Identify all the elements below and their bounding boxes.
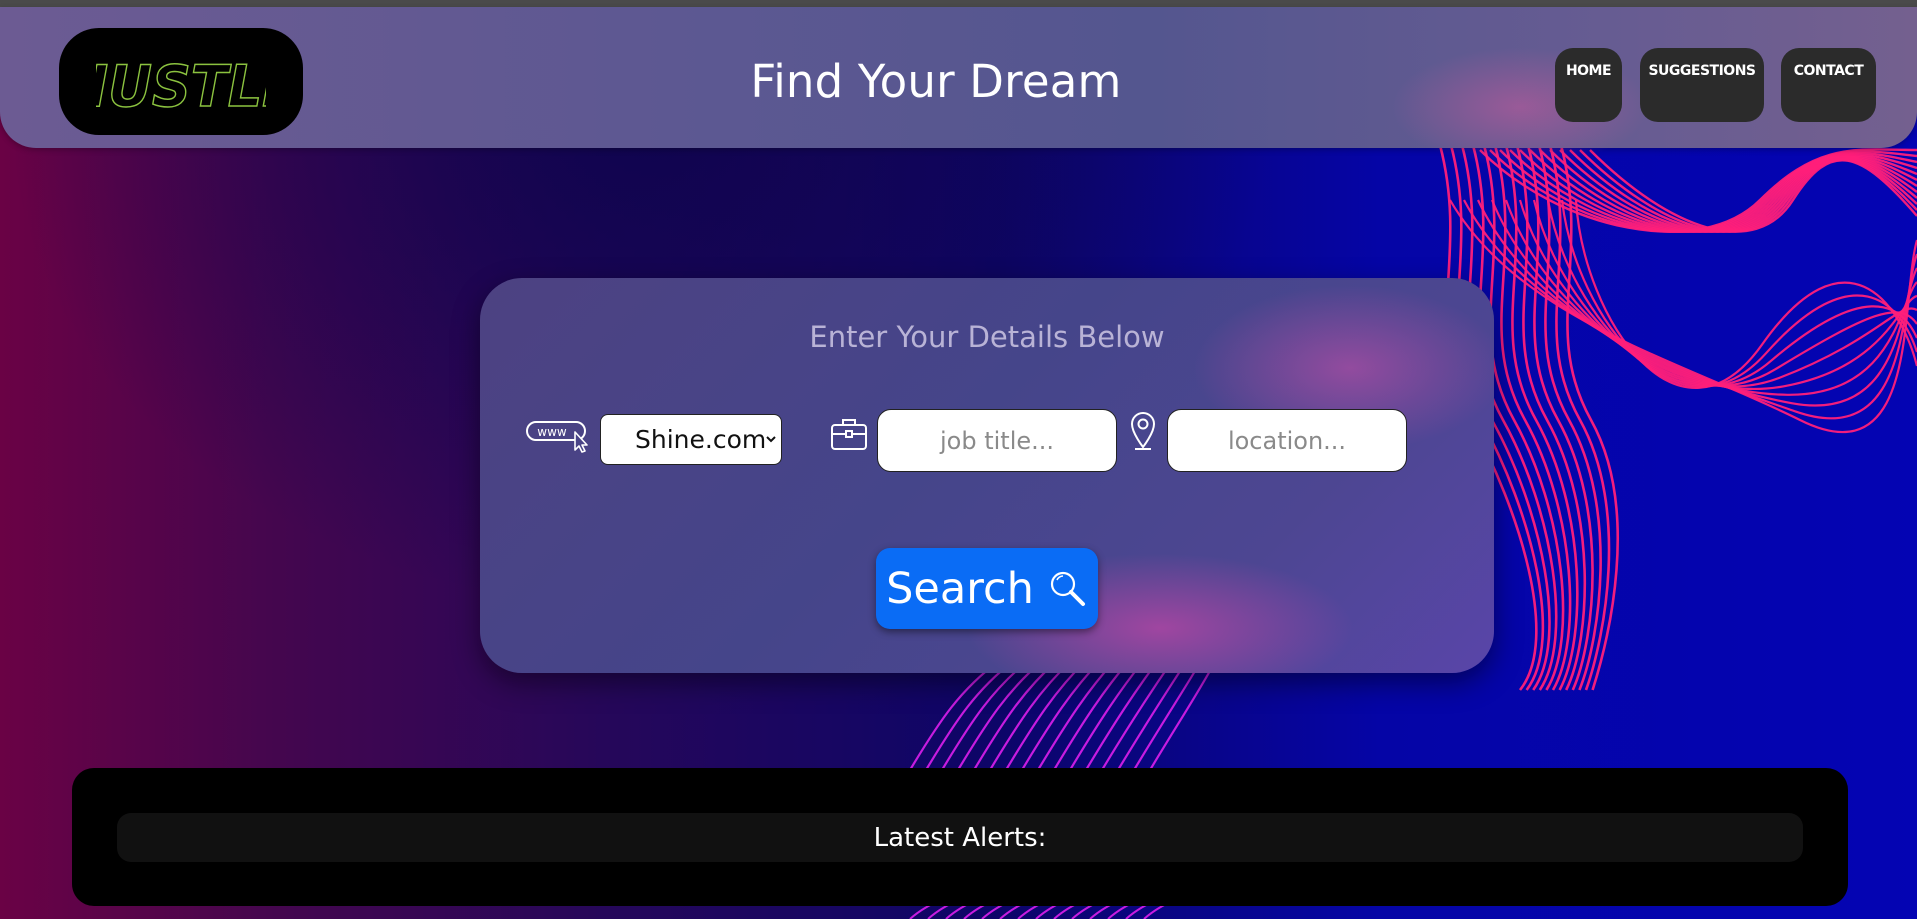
briefcase-icon [831,419,867,450]
job-title-placeholder: job title... [939,426,1055,455]
chevron-down-icon [766,436,776,443]
header-bar: HUSTLE Find Your Dream HOME SUGGESTIONS … [0,7,1917,167]
location-placeholder: location... [1227,426,1347,455]
map-pin-icon [1130,412,1156,450]
search-card-title: Enter Your Details Below [809,320,1165,354]
magnifier-icon [1050,571,1085,606]
job-site-select-value: Shine.com [635,425,767,454]
job-title-input[interactable]: job title... [877,409,1117,472]
search-button[interactable]: Search [876,548,1098,629]
search-card: Enter Your Details Below www Shine.com j… [480,278,1494,673]
nav-home-button[interactable]: HOME [1555,48,1622,122]
job-site-select[interactable]: Shine.com [600,414,782,465]
location-input[interactable]: location... [1167,409,1407,472]
search-button-label: Search [886,563,1034,614]
www-cursor-icon: www [526,421,588,453]
alerts-title: Latest Alerts: [873,822,1047,853]
svg-text:www: www [537,425,567,439]
nav-suggestions-button[interactable]: SUGGESTIONS [1640,48,1764,122]
nav-contact-button[interactable]: CONTACT [1781,48,1876,122]
alerts-header: Latest Alerts: [117,813,1803,862]
alerts-panel: Latest Alerts: [72,768,1848,906]
